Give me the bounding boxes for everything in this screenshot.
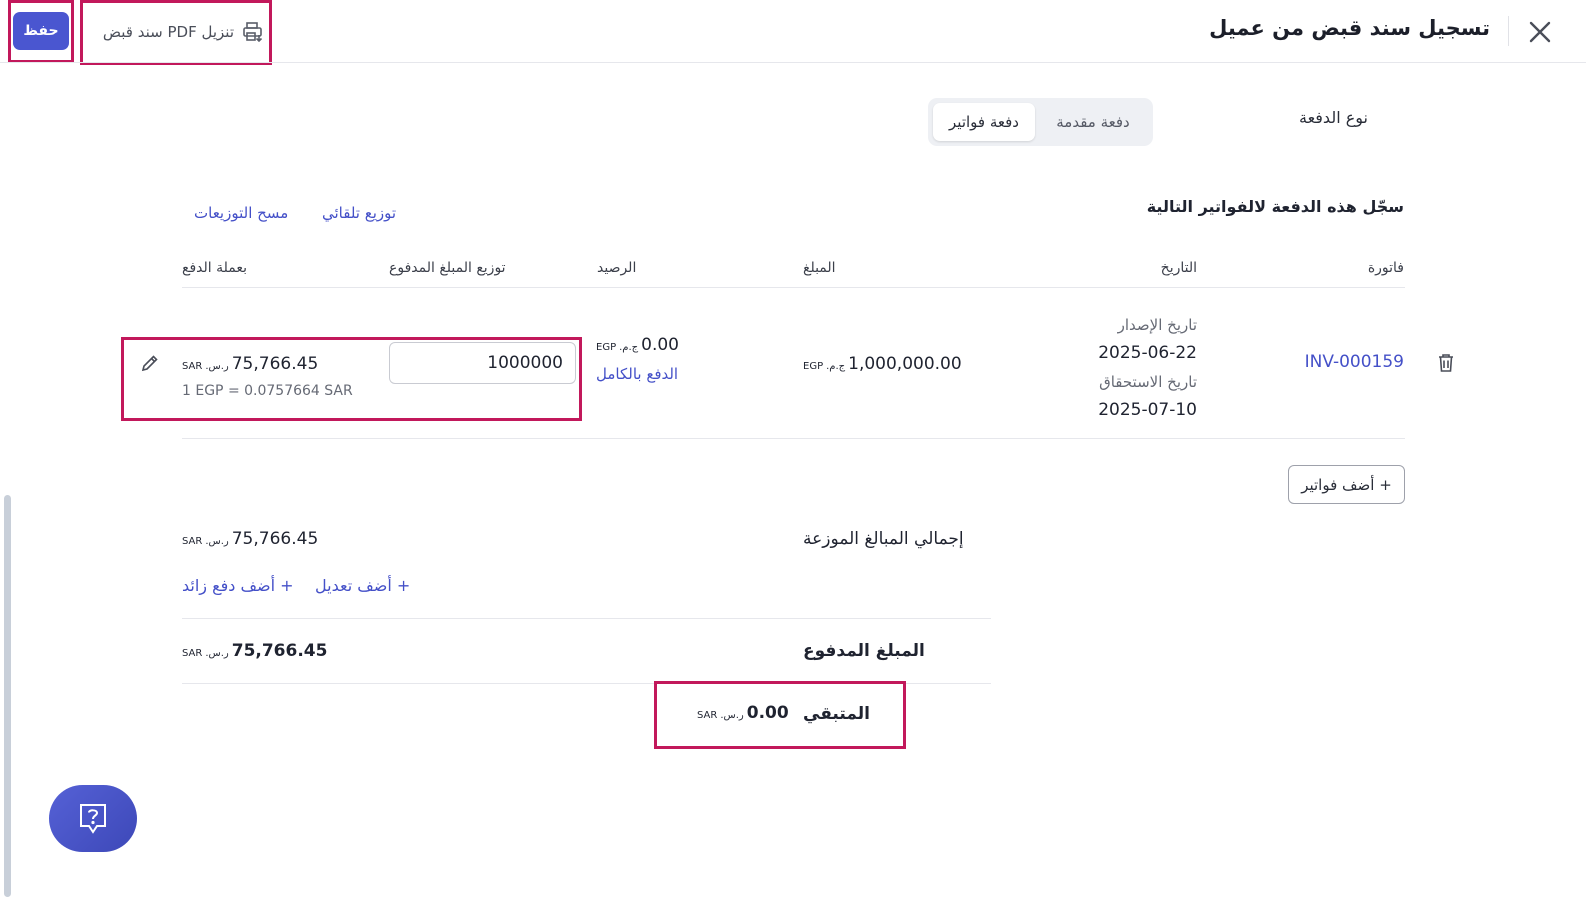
payment-type-advance[interactable]: دفعة مقدمة: [1038, 104, 1148, 140]
printer-download-icon: [242, 21, 264, 43]
issue-date-label: تاريخ الإصدار: [1117, 316, 1197, 334]
invoice-amount: EGP ج.م. 1,000,000.00: [803, 354, 962, 374]
scrollbar[interactable]: [4, 495, 11, 897]
invoice-balance: EGP ج.م. 0.00: [596, 335, 679, 355]
header-divider: [1508, 16, 1509, 46]
summary-divider-1: [182, 618, 991, 619]
due-date-label: تاريخ الاستحقاق: [1099, 373, 1197, 391]
col-invoice: فاتورة: [1367, 260, 1404, 276]
paid-amount-value: SAR ر.س. 75,766.45: [182, 641, 328, 661]
payment-type-toggle: دفعة مقدمة دفعة فواتير: [928, 98, 1153, 146]
exchange-rate: 1 EGP = 0.0757664 SAR: [182, 383, 353, 399]
header-bottom-border: [0, 62, 1586, 63]
table-header-border: [182, 287, 1405, 288]
help-button[interactable]: [49, 785, 137, 852]
invoice-number-link[interactable]: INV-000159: [1305, 352, 1404, 372]
due-date-value: 2025-07-10: [1098, 400, 1197, 420]
add-overpayment-link[interactable]: + أضف دفع زائد: [182, 576, 294, 595]
trash-icon[interactable]: [1436, 352, 1456, 374]
add-invoices-button[interactable]: + أضف فواتير: [1288, 465, 1405, 504]
col-date: التاريخ: [1160, 260, 1197, 276]
add-adjustment-link[interactable]: + أضف تعديل: [315, 576, 410, 595]
col-amount: المبلغ: [803, 260, 836, 276]
allocation-amount-input[interactable]: [389, 342, 576, 384]
paid-amount-label: المبلغ المدفوع: [803, 641, 925, 661]
col-payment-currency: بعملة الدفع: [182, 260, 247, 276]
pencil-icon[interactable]: [140, 353, 160, 373]
page-title: تسجيل سند قبض من عميل: [1209, 16, 1490, 40]
clear-distributions-link[interactable]: مسح التوزيعات: [194, 204, 288, 222]
row-bottom-border: [182, 438, 1405, 439]
auto-distribute-link[interactable]: توزيع تلقائي: [322, 204, 396, 222]
col-balance: الرصيد: [597, 260, 637, 276]
converted-amount: SAR ر.س. 75,766.45: [182, 354, 319, 374]
save-button[interactable]: حفظ: [13, 12, 69, 50]
invoices-section-title: سجّل هذه الدفعة لالفواتير التالية: [1146, 197, 1404, 216]
help-chat-icon: [78, 802, 108, 836]
pay-full-link[interactable]: الدفع بالكامل: [596, 365, 678, 383]
remaining-label: المتبقي: [803, 704, 870, 724]
col-allocation: توزيع المبلغ المدفوع: [389, 260, 506, 276]
payment-type-invoices[interactable]: دفعة فواتير: [933, 103, 1035, 141]
total-allocated-label: إجمالي المبالغ الموزعة: [803, 529, 964, 549]
download-pdf-button[interactable]: تنزيل PDF سند قبض: [86, 20, 264, 44]
payment-type-label: نوع الدفعة: [1298, 108, 1368, 127]
total-allocated-value: SAR ر.س. 75,766.45: [182, 529, 319, 549]
close-icon[interactable]: [1526, 18, 1554, 46]
issue-date-value: 2025-06-22: [1098, 343, 1197, 363]
download-pdf-label: تنزيل PDF سند قبض: [102, 23, 234, 41]
remaining-value: SAR ر.س. 0.00: [697, 703, 789, 723]
